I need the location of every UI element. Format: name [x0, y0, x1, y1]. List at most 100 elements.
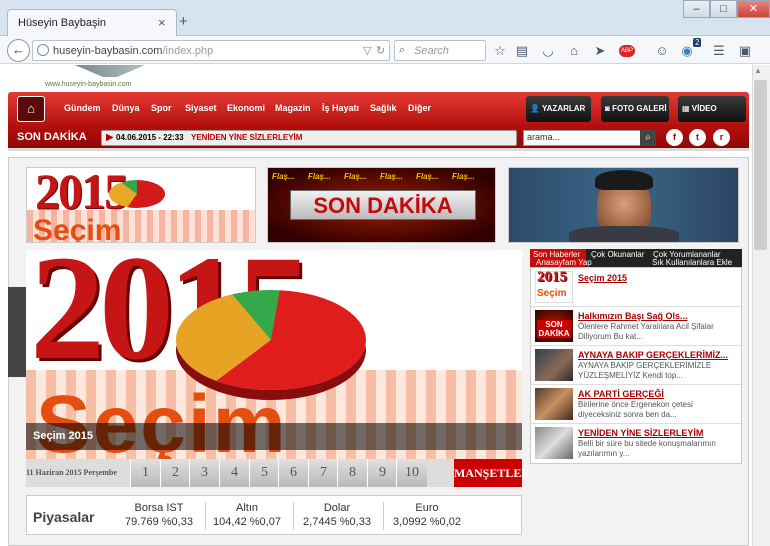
menu-item-spor[interactable]: Spor — [151, 103, 172, 113]
menu-item-saglik[interactable]: Sağlık — [370, 103, 397, 113]
menu-item-gundem[interactable]: Gündem — [64, 103, 101, 113]
market-euro: Euro 3,0992 %0,02 — [393, 502, 461, 528]
news-thumbnail: 2015 Seçim — [535, 269, 573, 303]
list-item[interactable]: SON DAKİKA Halkımızın Başı Sağ Ols... Öl… — [531, 307, 741, 346]
menu-item-dunya[interactable]: Dünya — [112, 103, 140, 113]
menu-item-is-hayati[interactable]: İş Hayatı — [322, 103, 359, 113]
adblock-icon[interactable]: ABP — [619, 45, 635, 57]
close-tab-icon[interactable]: × — [158, 15, 166, 30]
page-3[interactable]: 3 — [189, 459, 219, 487]
site-logo[interactable]: www.huseyin-baybasin.com — [35, 65, 197, 90]
anasayfam-yap-link[interactable]: Anasayfam Yap — [536, 258, 592, 267]
home-icon[interactable]: ⌂ — [565, 43, 583, 58]
slider-caption[interactable]: Seçim 2015 — [33, 430, 93, 442]
logo-text: www.huseyin-baybasin.com — [45, 81, 132, 88]
film-icon: ▦ — [682, 104, 692, 113]
play-icon: ▶ — [106, 132, 114, 143]
maximize-icon[interactable]: □ — [710, 0, 737, 18]
rss-icon[interactable]: r — [713, 129, 730, 146]
chat-icon[interactable]: ☺ — [653, 43, 671, 58]
page-4[interactable]: 4 — [219, 459, 249, 487]
page-viewport: www.huseyin-baybasin.com ⌂ Gündem Dünya … — [0, 65, 770, 546]
slider-caption-bar — [26, 423, 522, 450]
thumb-secim-text: Seçim — [537, 288, 567, 299]
site-search-input[interactable]: arama... — [523, 130, 641, 146]
page-2[interactable]: 2 — [160, 459, 190, 487]
news-title[interactable]: Seçim 2015 — [578, 273, 627, 283]
thumb-year-text: 2015 — [537, 269, 567, 285]
search-placeholder: Search — [414, 45, 449, 57]
portrait-banner[interactable] — [508, 167, 739, 243]
dropdown-icon[interactable]: ▽ — [363, 44, 371, 57]
banner-secim-text: Seçim — [33, 214, 122, 243]
scroll-up-icon[interactable]: ▲ — [754, 66, 762, 75]
news-title[interactable]: YENİDEN YİNE SİZLERLEYİM — [578, 428, 703, 438]
page-7[interactable]: 7 — [308, 459, 338, 487]
breaking-label: SON DAKİKA — [17, 131, 87, 143]
clipboard-icon[interactable]: ▤ — [513, 43, 531, 59]
flash-text: Flaş... — [272, 172, 295, 181]
mansetler-button[interactable]: MANŞETLER — [454, 459, 530, 487]
secim-2015-banner[interactable]: 2015 Seçim — [26, 167, 256, 243]
menu-item-diger[interactable]: Diğer — [408, 103, 431, 113]
window-close-icon[interactable]: ✕ — [737, 0, 770, 18]
home-icon: ⌂ — [27, 101, 35, 116]
news-summary: Belli bir süre bu sitede konuşmalarımın … — [578, 439, 716, 458]
minimize-icon[interactable]: – — [683, 0, 710, 18]
menu-icon[interactable]: ☰ — [710, 43, 728, 59]
portrait-hair — [595, 170, 653, 190]
news-title[interactable]: AYNAYA BAKIP GERÇEKLERİMİZ... — [578, 350, 728, 360]
facebook-icon[interactable]: f — [666, 129, 683, 146]
page-10[interactable]: 10 — [396, 459, 427, 487]
slider-pie-chart — [176, 290, 366, 390]
bookmark-star-icon[interactable]: ☆ — [491, 43, 509, 59]
ticker-headline[interactable]: YENİDEN YİNE SİZLERLEYİM — [191, 133, 302, 142]
reload-icon[interactable]: ↻ — [376, 44, 385, 57]
logo-graphic — [75, 65, 145, 77]
sik-kullanilanlara-ekle-link[interactable]: Sık Kullanılanlara Ekle — [652, 258, 732, 267]
page-6[interactable]: 6 — [278, 459, 308, 487]
back-button[interactable]: ← — [7, 39, 30, 62]
extension-icon[interactable]: ▣ — [736, 43, 754, 59]
browser-search[interactable]: ⌕ Search — [394, 40, 486, 61]
pocket-icon[interactable]: ◡ — [539, 43, 557, 59]
news-thumbnail — [535, 388, 573, 420]
video-galeri-button[interactable]: ▦ VİDEO GALERİ — [678, 96, 746, 139]
flash-text: Flaş... — [308, 172, 331, 181]
son-dakika-text: SON DAKİKA — [290, 190, 476, 220]
foto-galeri-button[interactable]: ◙ FOTO GALERİ — [601, 96, 669, 122]
send-icon[interactable]: ➤ — [591, 43, 609, 59]
url-bar[interactable]: huseyin-baybasin.com/index.php ▽ ↻ — [32, 40, 390, 61]
page-5[interactable]: 5 — [249, 459, 279, 487]
market-altin: Altın 104,42 %0,07 — [213, 502, 281, 528]
yazarlar-button[interactable]: 👤 YAZARLAR — [526, 96, 591, 122]
list-item[interactable]: 2015 Seçim Seçim 2015 — [531, 268, 741, 307]
son-dakika-banner[interactable]: Flaş... Flaş... Flaş... Flaş... Flaş... … — [267, 167, 496, 243]
site-search-value: arama... — [527, 132, 561, 142]
left-edge-band — [8, 287, 26, 377]
new-tab-button[interactable]: + — [179, 13, 188, 30]
list-item[interactable]: AK PARTİ GERÇEĞİ Birilerine önce Ergenek… — [531, 385, 741, 424]
list-item[interactable]: AYNAYA BAKIP GERÇEKLERİMİZ... AYNAYA BAK… — [531, 346, 741, 385]
page-1[interactable]: 1 — [130, 459, 160, 487]
browser-tab[interactable]: Hüseyin Baybaşin × — [7, 9, 177, 36]
menu-item-siyaset[interactable]: Siyaset — [185, 103, 217, 113]
news-title[interactable]: AK PARTİ GERÇEĞİ — [578, 389, 664, 399]
twitter-icon[interactable]: t — [689, 129, 706, 146]
page-8[interactable]: 8 — [337, 459, 367, 487]
tab-cok-okunanlar[interactable]: Çok Okunanlar — [588, 249, 647, 267]
scrollbar-thumb[interactable] — [754, 80, 767, 250]
page-9[interactable]: 9 — [367, 459, 397, 487]
search-icon: ⌕ — [645, 132, 651, 143]
news-thumbnail — [535, 349, 573, 381]
home-button[interactable]: ⌂ — [17, 96, 45, 122]
list-item[interactable]: YENİDEN YİNE SİZLERLEYİM Belli bir süre … — [531, 424, 741, 463]
site-search-button[interactable]: ⌕ — [640, 130, 656, 146]
main-slider[interactable]: 2015 Seçim Seçim 2015 — [26, 250, 522, 486]
news-ticker[interactable]: ▶ 04.06.2015 - 22:33 YENİDEN YİNE SİZLER… — [101, 130, 517, 146]
news-title[interactable]: Halkımızın Başı Sağ Ols... — [578, 311, 688, 321]
tab-title: Hüseyin Baybaşin — [18, 17, 107, 29]
menu-item-ekonomi[interactable]: Ekonomi — [227, 103, 265, 113]
news-thumbnail: SON DAKİKA — [535, 310, 573, 342]
menu-item-magazin[interactable]: Magazin — [275, 103, 311, 113]
